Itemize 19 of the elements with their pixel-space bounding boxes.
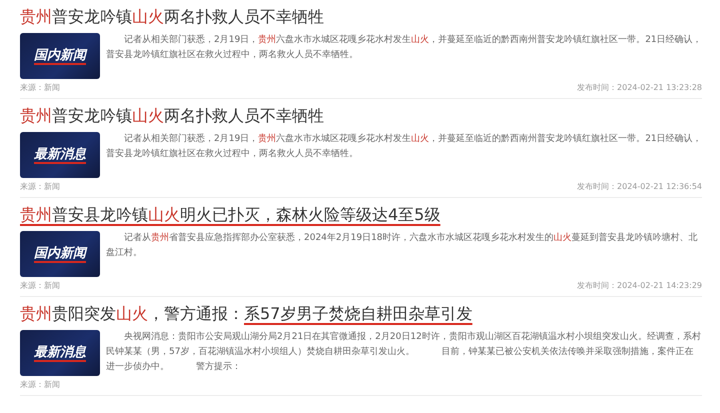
article-summary: 记者从相关部门获悉，2月19日，贵州六盘水市水城区花嘎乡花水村发生山火，并蔓延至临近的黔西南州普安龙吟镇红旗社区一带。21日经确认，普安县龙吟镇红旗社区在救火过程中，两名救火人员不幸牺牲。 bbox=[106, 132, 702, 161]
source-label: 来源：新闻 bbox=[20, 82, 60, 93]
article-title[interactable]: 贵州普安县龙吟镇山火明火已扑灭，森林火险等级达4至5级 bbox=[20, 204, 440, 226]
source-label: 来源：新闻 bbox=[20, 181, 60, 192]
thumbnail-caption: 国内新闻 bbox=[34, 48, 86, 64]
source-label: 来源：新闻 bbox=[20, 379, 60, 390]
publish-time: 发布时间：2024-02-21 14:23:29 bbox=[577, 280, 702, 291]
article-title[interactable]: 贵州普安龙吟镇山火两名扑救人员不幸牺牲 bbox=[20, 6, 324, 28]
source-label: 来源：新闻 bbox=[20, 280, 60, 291]
article-summary: 记者从相关部门获悉，2月19日，贵州六盘水市水城区花嘎乡花水村发生山火，并蔓延至临近的黔西南州普安龙吟镇红旗社区一带。21日经确认，普安县龙吟镇红旗社区在救火过程中，两名救火人员不幸牺牲。 bbox=[106, 33, 702, 62]
thumbnail-caption: 最新消息 bbox=[34, 146, 86, 164]
article-summary: 记者从贵州省普安县应急指挥部办公室获悉，2024年2月19日18时许，六盘水市水城区花嘎乡花水村发生的山火蔓延到普安县龙吟镇吟塘村、北盘江村。 bbox=[106, 231, 699, 260]
thumbnail-caption: 国内新闻 bbox=[34, 246, 86, 262]
thumbnail-caption: 最新消息 bbox=[34, 344, 86, 362]
publish-time: 发布时间：2024-02-21 12:36:54 bbox=[577, 181, 702, 192]
article-title[interactable]: 贵州普安龙吟镇山火两名扑救人员不幸牺牲 bbox=[20, 105, 324, 127]
publish-time: 发布时间：2024-02-21 13:23:28 bbox=[577, 82, 702, 93]
article-summary: 央视网消息：贵阳市公安局观山湖分局2月21日在其官微通报，2月20日12时许，贵阳市观山湖区百花湖镇温水村小坝组突发山火。经调查，系村民钟某某（男，57岁，百花湖镇温水村小坝组人）焚烧自耕田杂草引发山火。 目前，钟某某已被公安机关依法传唤并采取强制措施，案件正在进一步侦办中。 警方提示： bbox=[106, 330, 702, 374]
article-title[interactable]: 贵州贵阳突发山火，警方通报：系57岁男子焚烧自耕田杂草引发 bbox=[20, 303, 472, 325]
